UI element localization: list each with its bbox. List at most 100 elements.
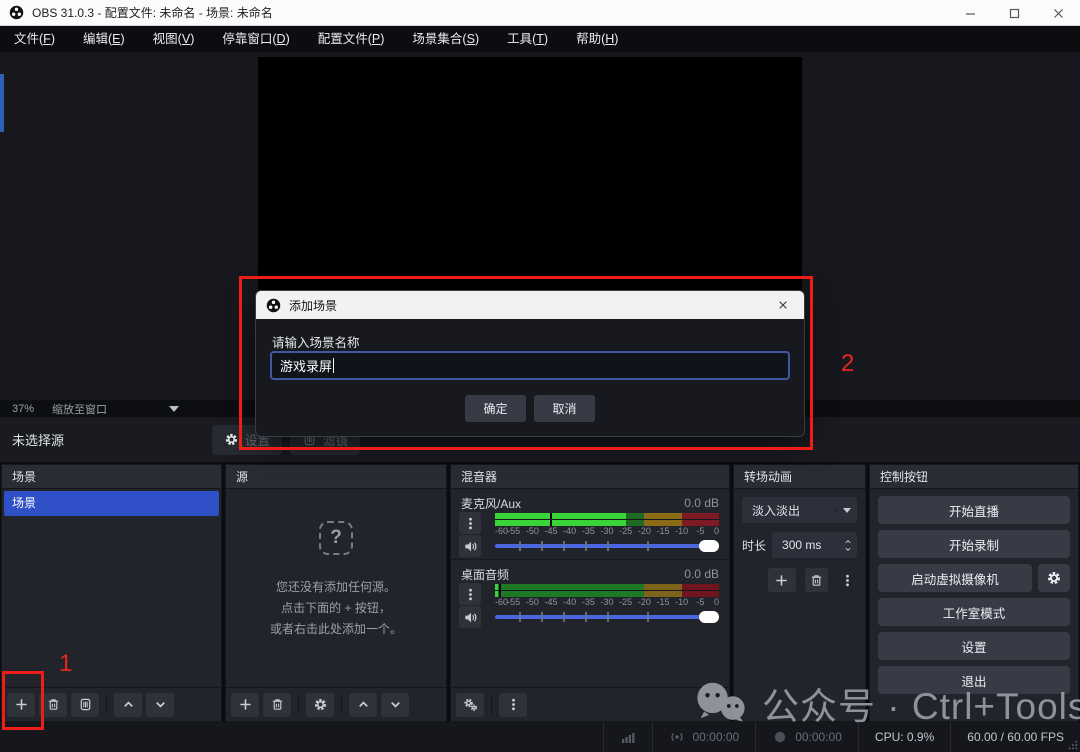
- annotation-box-dialog: [239, 276, 813, 450]
- filter-icon: [78, 697, 93, 712]
- audio-mixer-panel: 混音器 麦克风/Aux 0.0 dB -60-55-50-45-40-35-30…: [450, 464, 730, 722]
- menu-profile[interactable]: 配置文件(P): [304, 26, 399, 52]
- kebab-menu-icon: [506, 697, 521, 712]
- sources-empty-state[interactable]: ? 您还没有添加任何源。 点击下面的 + 按钮， 或者右击此处添加一个。: [226, 521, 446, 640]
- mixer-channel-mic: 麦克风/Aux 0.0 dB -60-55-50-45-40-35-30-25-…: [451, 489, 729, 560]
- gear-icon: [1046, 570, 1062, 586]
- annotation-step-1: 1: [59, 650, 72, 678]
- transition-selected-value: 淡入淡出: [742, 502, 835, 519]
- chevron-down-icon[interactable]: [169, 406, 179, 412]
- obs-window: OBS 31.0.3 - 配置文件: 未命名 - 场景: 未命名 文件(F) 编…: [0, 0, 1080, 752]
- plus-icon: [238, 697, 253, 712]
- chevron-up-icon: [121, 697, 136, 712]
- add-source-button[interactable]: [231, 693, 259, 717]
- scene-move-down-button[interactable]: [146, 693, 174, 717]
- volume-meter: [495, 584, 719, 597]
- mixer-toolbar: [451, 687, 729, 721]
- menu-bar: 文件(F) 编辑(E) 视图(V) 停靠窗口(D) 配置文件(P) 场景集合(S…: [0, 26, 1080, 52]
- chevron-up-icon: [356, 697, 371, 712]
- resize-grip-icon[interactable]: [1068, 740, 1078, 750]
- spin-down-icon[interactable]: [843, 546, 853, 553]
- slider-ticks: [499, 541, 629, 551]
- record-icon: [772, 729, 788, 745]
- window-titlebar: OBS 31.0.3 - 配置文件: 未命名 - 场景: 未命名: [0, 0, 1080, 26]
- mute-button[interactable]: [459, 535, 481, 557]
- remove-transition-button[interactable]: [805, 568, 828, 592]
- gear-icon: [224, 432, 239, 447]
- advanced-audio-button[interactable]: [456, 693, 484, 717]
- scene-list-item[interactable]: 场景: [4, 491, 219, 516]
- trash-icon: [46, 697, 61, 712]
- minimize-button[interactable]: [948, 0, 992, 26]
- maximize-button[interactable]: [992, 0, 1036, 26]
- menu-docks[interactable]: 停靠窗口(D): [208, 26, 303, 52]
- menu-scene-collection[interactable]: 场景集合(S): [398, 26, 493, 52]
- spin-up-icon[interactable]: [843, 538, 853, 545]
- scene-move-up-button[interactable]: [114, 693, 142, 717]
- slider-handle[interactable]: [699, 540, 719, 552]
- source-move-down-button[interactable]: [381, 693, 409, 717]
- zoom-percent: 37%: [12, 403, 34, 415]
- mute-button[interactable]: [459, 606, 481, 628]
- controls-panel-title: 控制按钮: [870, 465, 1078, 489]
- chevron-down-icon: [388, 697, 403, 712]
- start-streaming-button[interactable]: 开始直播: [878, 496, 1070, 524]
- volume-slider[interactable]: [495, 539, 719, 553]
- kebab-menu-icon: [463, 516, 478, 531]
- menu-view[interactable]: 视图(V): [139, 26, 209, 52]
- gear-icon: [313, 697, 328, 712]
- scene-filters-button[interactable]: [71, 693, 99, 717]
- duration-spinbox[interactable]: 300 ms: [772, 532, 857, 558]
- sources-panel: 源 ? 您还没有添加任何源。 点击下面的 + 按钮， 或者右击此处添加一个。: [225, 464, 447, 722]
- plus-icon: [774, 573, 789, 588]
- question-mark-icon: ?: [319, 521, 353, 555]
- source-move-up-button[interactable]: [349, 693, 377, 717]
- sources-panel-title: 源: [226, 465, 446, 489]
- meter-scale: -60-55-50-45-40-35-30-25-20-15-10-50: [495, 597, 719, 608]
- wechat-icon: [694, 680, 748, 726]
- meter-scale: -60-55-50-45-40-35-30-25-20-15-10-50: [495, 526, 719, 537]
- close-button[interactable]: [1036, 0, 1080, 26]
- no-source-label: 未选择源: [12, 430, 64, 449]
- zoom-mode[interactable]: 缩放至窗口: [52, 401, 107, 417]
- menu-edit[interactable]: 编辑(E): [69, 26, 139, 52]
- chevron-down-icon: [835, 508, 857, 513]
- dock-accent-strip: [0, 74, 4, 132]
- broadcast-icon: [669, 729, 685, 745]
- speaker-icon: [463, 610, 478, 625]
- watermark: 公众号 · Ctrl+Tools: [694, 676, 1080, 730]
- duration-stepper[interactable]: [841, 538, 857, 553]
- source-properties-button[interactable]: [306, 693, 334, 717]
- signal-bars-icon: [620, 729, 636, 745]
- mixer-menu-button[interactable]: [499, 693, 527, 717]
- menu-help[interactable]: 帮助(H): [562, 26, 632, 52]
- divider: [491, 695, 492, 715]
- start-virtual-camera-button[interactable]: 启动虚拟摄像机: [878, 564, 1032, 592]
- trash-icon: [270, 697, 285, 712]
- channel-menu-button[interactable]: [459, 583, 481, 605]
- divider: [106, 695, 107, 715]
- menu-tools[interactable]: 工具(T): [493, 26, 562, 52]
- mixer-panel-title: 混音器: [451, 465, 729, 489]
- annotation-step-2: 2: [841, 350, 854, 378]
- add-transition-button[interactable]: [768, 568, 796, 592]
- start-recording-button[interactable]: 开始录制: [878, 530, 1070, 558]
- divider: [341, 695, 342, 715]
- studio-mode-button[interactable]: 工作室模式: [878, 598, 1070, 626]
- watermark-text: 公众号 · Ctrl+Tools: [762, 676, 1080, 730]
- channel-name: 桌面音频: [461, 566, 509, 583]
- remove-source-button[interactable]: [263, 693, 291, 717]
- volume-meter: [495, 513, 719, 526]
- virtual-camera-settings-button[interactable]: [1038, 564, 1070, 592]
- annotation-box-add-scene: [2, 671, 44, 730]
- channel-menu-button[interactable]: [459, 512, 481, 534]
- volume-slider[interactable]: [495, 610, 719, 624]
- settings-button[interactable]: 设置: [878, 632, 1070, 660]
- slider-handle[interactable]: [699, 611, 719, 623]
- kebab-menu-icon: [463, 587, 478, 602]
- transition-select[interactable]: 淡入淡出: [742, 497, 857, 523]
- transition-menu-button[interactable]: [839, 569, 857, 591]
- scenes-panel-title: 场景: [2, 465, 221, 489]
- menu-file[interactable]: 文件(F): [0, 26, 69, 52]
- divider: [298, 695, 299, 715]
